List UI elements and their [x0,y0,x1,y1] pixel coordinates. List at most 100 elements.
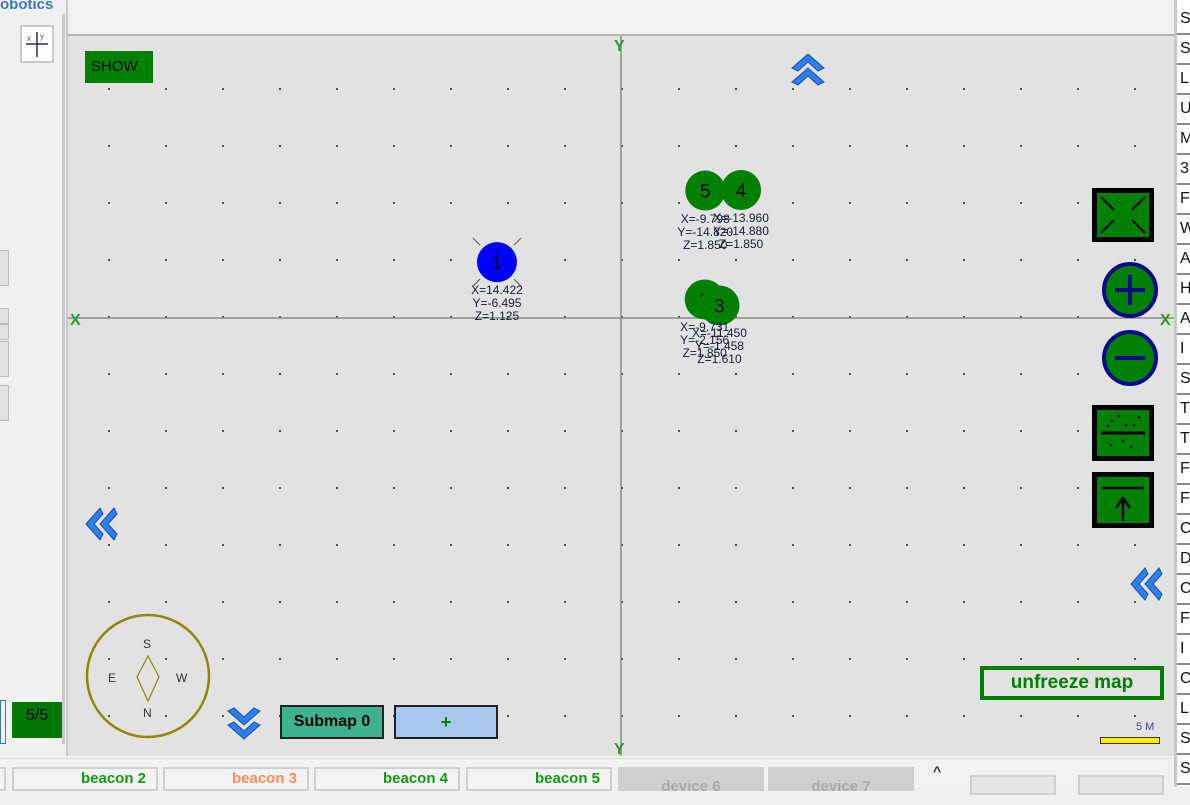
zoom-in-button[interactable] [1102,262,1158,318]
grid-dot [564,259,566,261]
grid-dot [279,658,281,660]
scroll-down-icon[interactable] [227,707,261,740]
right-list-item[interactable]: T [1177,425,1190,455]
grid-dot [678,601,680,603]
tab-beacon-4[interactable]: beacon 4 [314,767,460,791]
floor-split-button[interactable] [1092,405,1154,461]
grid-dot [963,88,965,90]
grid-dot [165,145,167,147]
grid-dot [1077,487,1079,489]
scroll-left-icon[interactable] [85,507,118,541]
right-list-item[interactable]: F [1177,605,1190,635]
right-list-item[interactable]: S [1177,755,1190,785]
map-canvas[interactable]: X X Y Y S N E W 1 3 4 5 SHOW unfreeze ma… [66,36,1174,756]
tab-beacon-2[interactable]: beacon 2 [12,767,158,791]
grid-dot [906,715,908,717]
right-list-item[interactable]: I [1177,335,1190,365]
right-list-item[interactable]: A [1177,305,1190,335]
grid-dot [1020,373,1022,375]
add-submap-button[interactable]: + [394,705,498,739]
grid-dot [678,487,680,489]
submap-button[interactable]: Submap 0 [280,705,384,739]
right-list-item[interactable]: 3 [1177,155,1190,185]
grid-dot [1020,487,1022,489]
selection-tick [472,237,481,246]
right-list-item[interactable]: F [1177,185,1190,215]
zoom-out-button[interactable] [1102,330,1158,386]
right-list-item[interactable]: L [1177,65,1190,95]
x-axis-label-left: X [70,312,81,329]
beacon-marker-5[interactable]: 5 [685,170,726,211]
grid-dot [849,88,851,90]
right-list-item[interactable]: L [1177,695,1190,725]
right-list-item[interactable]: C [1177,575,1190,605]
grid-dot [849,145,851,147]
right-list-item[interactable]: I [1177,635,1190,665]
grid-dot [222,430,224,432]
scale-label: 5 M [1136,721,1155,733]
axes-toggle-button[interactable]: x y [20,25,54,63]
grid-dot [1077,88,1079,90]
map-grid: X X Y Y S N E W 1345 [68,36,1174,756]
scroll-up-icon[interactable] [791,53,825,86]
grid-dot [1077,145,1079,147]
tab-beacon-3[interactable]: beacon 3 [163,767,309,791]
right-list-item[interactable]: A [1177,245,1190,275]
right-list-item[interactable]: F [1177,455,1190,485]
blank-button[interactable] [1078,775,1164,795]
right-list-item[interactable]: C [1177,665,1190,695]
page-prev-button[interactable] [0,700,6,744]
selection-tick [513,237,522,246]
right-list-item[interactable]: S [1177,365,1190,395]
right-list-item[interactable]: M [1177,125,1190,155]
expand-up-button[interactable]: ^ [933,763,941,779]
blank-button[interactable] [970,775,1056,795]
top-bar [66,0,1174,36]
right-list-item[interactable]: U [1177,95,1190,125]
tab-device-7[interactable]: device 7 [768,767,914,795]
right-list-item[interactable]: D [1177,545,1190,575]
left-pane-button[interactable] [0,385,9,421]
tab-beacon-5[interactable]: beacon 5 [466,767,612,791]
right-list-item[interactable]: S [1177,725,1190,755]
tab-device-6[interactable]: device 6 [618,767,764,795]
grid-dot [792,430,794,432]
grid-dot [108,487,110,489]
grid-dot [906,487,908,489]
beacon-marker-3[interactable]: 3 [699,285,740,326]
left-pane-button[interactable] [0,341,9,377]
grid-dot [678,373,680,375]
right-list-item[interactable]: W [1177,215,1190,245]
left-pane-button[interactable] [0,250,9,286]
right-list-item[interactable]: S [1177,35,1190,65]
floor-up-button[interactable] [1092,472,1154,528]
show-button[interactable]: SHOW [85,51,153,83]
grid-dot [1077,430,1079,432]
grid-dot [906,658,908,660]
grid-dot [336,88,338,90]
grid-dot [849,544,851,546]
tab-partial[interactable] [0,767,6,791]
left-pane-button[interactable] [0,308,9,324]
right-list-item[interactable]: H [1177,275,1190,305]
grid-dot [906,259,908,261]
grid-dot [1134,259,1136,261]
right-list-item[interactable]: S [1177,5,1190,35]
right-list-item[interactable]: C [1177,515,1190,545]
left-pane-button[interactable] [0,324,9,340]
fit-to-screen-button[interactable] [1092,188,1154,242]
grid-dot [222,715,224,717]
beacon-marker-4[interactable]: 4 [721,170,762,211]
grid-dot [450,430,452,432]
right-list-item[interactable]: T [1177,395,1190,425]
collapse-right-panel-icon[interactable] [1130,567,1163,601]
right-list-item[interactable]: F [1177,485,1190,515]
grid-dot [507,202,509,204]
beacon-marker-1[interactable]: 1 [472,237,522,287]
grid-dot [222,373,224,375]
grid-dot [963,259,965,261]
unfreeze-map-button[interactable]: unfreeze map [980,666,1164,700]
compass-right-label: W [176,671,188,685]
grid-dot [507,715,509,717]
grid-dot [792,544,794,546]
